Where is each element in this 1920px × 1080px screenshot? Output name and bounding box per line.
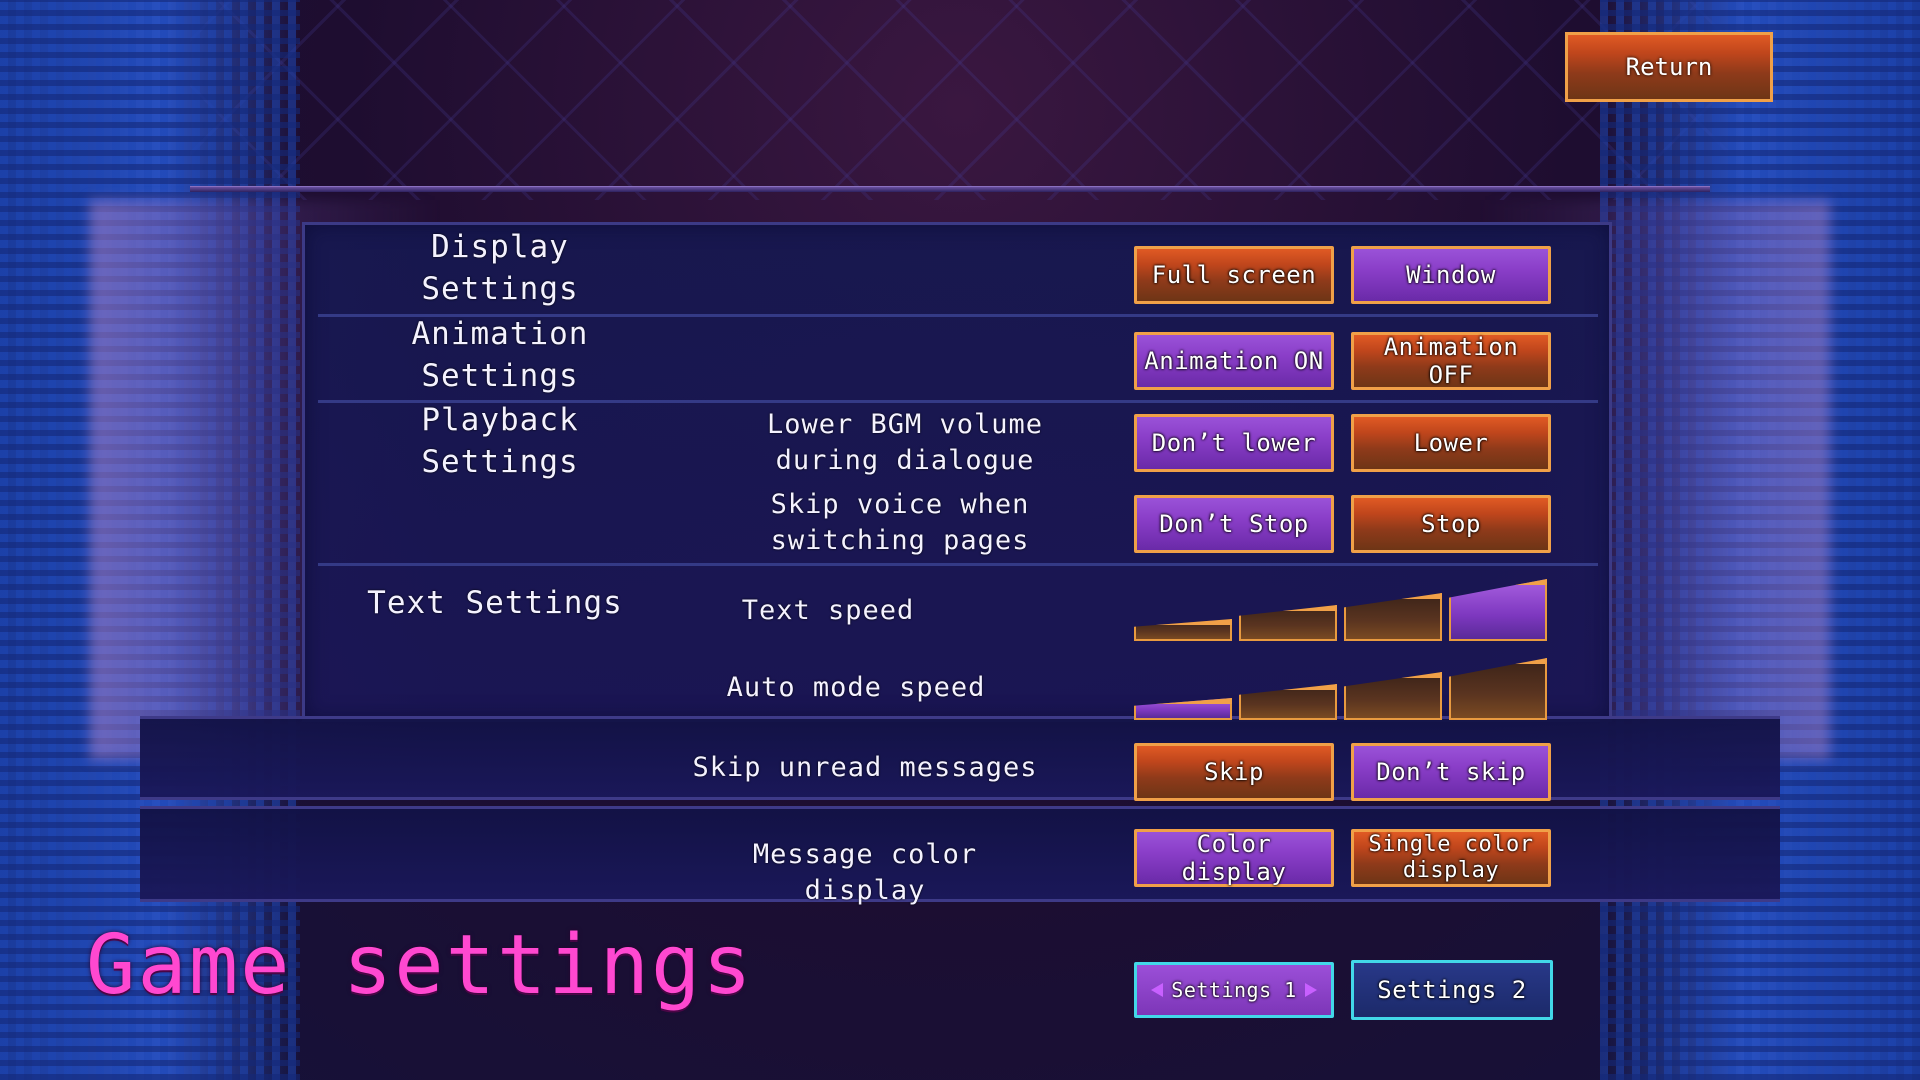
animation-off-button[interactable]: Animation OFF [1351, 332, 1551, 390]
animation-settings-label: Animation Settings [411, 316, 589, 394]
animation-on-button[interactable]: Animation ON [1134, 332, 1334, 390]
skip-unread-button[interactable]: Skip [1134, 743, 1334, 801]
window-button[interactable]: Window [1351, 246, 1551, 304]
settings-page-1-label: Settings 1 [1171, 978, 1297, 1002]
text-speed-label: Text speed [741, 595, 915, 626]
lower-bgm-label: Lower BGM volume during dialogue [766, 409, 1044, 476]
background-lattice [190, 0, 1730, 200]
arrow-left-icon [1151, 983, 1164, 997]
dont-stop-voice-button[interactable]: Don’t Stop [1134, 495, 1334, 553]
stop-voice-button[interactable]: Stop [1351, 495, 1551, 553]
top-divider-line [190, 186, 1710, 192]
message-color-label: Message color display [752, 839, 978, 906]
settings-page-2-tab[interactable]: Settings 2 [1351, 960, 1553, 1020]
lower-bgm-button[interactable]: Lower [1351, 414, 1551, 472]
skip-voice-label: Skip voice when switching pages [770, 489, 1030, 556]
single-color-display-button[interactable]: Single color display [1351, 829, 1551, 887]
dont-skip-unread-button[interactable]: Don’t skip [1351, 743, 1551, 801]
dont-lower-bgm-button[interactable]: Don’t lower [1134, 414, 1334, 472]
playback-settings-label: Playback Settings [421, 402, 579, 480]
settings-page-1-tab[interactable]: Settings 1 [1134, 962, 1334, 1018]
return-button[interactable]: Return [1565, 32, 1773, 102]
display-settings-label: Display Settings [421, 229, 579, 307]
arrow-right-icon [1304, 983, 1317, 997]
auto-mode-speed-label: Auto mode speed [726, 672, 986, 703]
text-settings-label: Text Settings [367, 585, 623, 621]
skip-unread-label: Skip unread messages [692, 752, 1038, 783]
section-divider [318, 563, 1598, 566]
color-display-button[interactable]: Color display [1134, 829, 1334, 887]
page-title: Game settings [86, 918, 754, 1013]
full-screen-button[interactable]: Full screen [1134, 246, 1334, 304]
